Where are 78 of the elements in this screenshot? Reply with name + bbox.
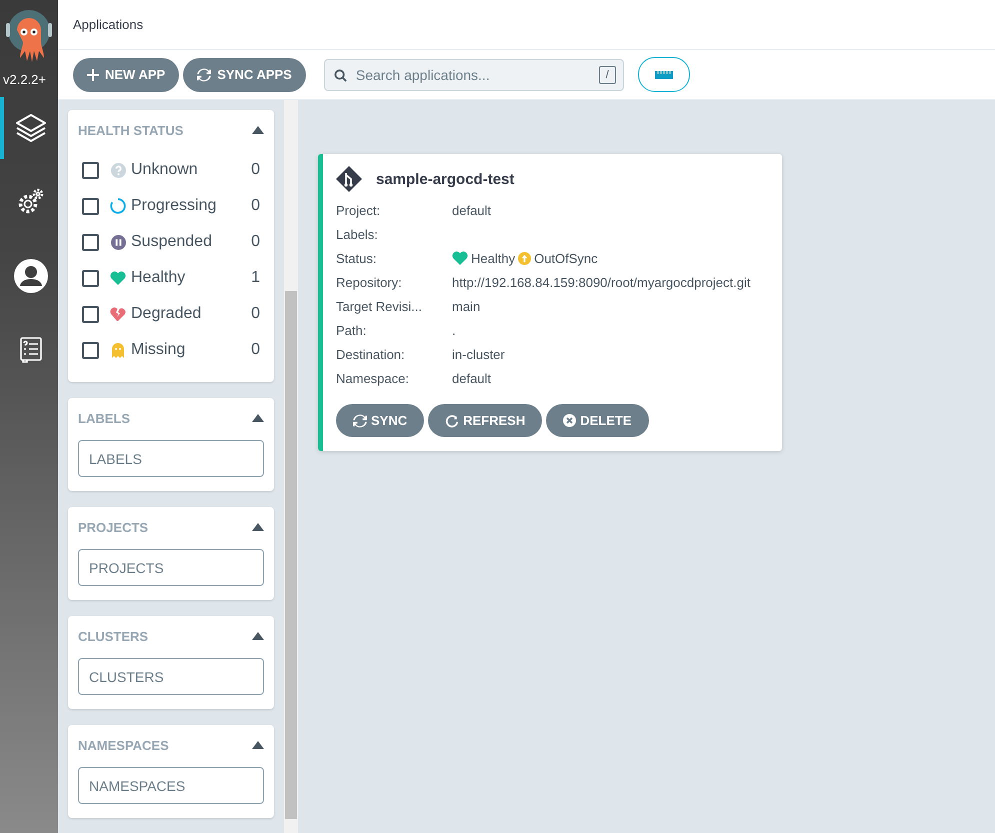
- field-label: Repository:: [336, 274, 403, 290]
- status-label: Healthy: [131, 269, 186, 287]
- field-value: http://192.168.84.159:8090/root/myargocdproject.git: [452, 274, 750, 290]
- section-title: LABELS: [78, 410, 130, 426]
- status-count: 0: [251, 305, 260, 323]
- status-count: 1: [251, 269, 260, 287]
- status-count: 0: [251, 197, 260, 215]
- status-label: Suspended: [131, 233, 213, 251]
- field-label: Destination:: [336, 346, 406, 362]
- checkbox[interactable]: [82, 162, 99, 178]
- action-button[interactable]: DELETE: [546, 404, 649, 437]
- status-label: Degraded: [131, 305, 202, 323]
- checkbox[interactable]: [82, 342, 99, 358]
- field-value: in-cluster: [452, 346, 505, 362]
- heart-icon: [110, 271, 126, 285]
- health-status: Healthy: [471, 250, 516, 266]
- toolbar-button[interactable]: SYNC APPS: [183, 58, 306, 92]
- status-label: Missing: [131, 341, 186, 359]
- search-icon: [334, 68, 347, 82]
- collapse-caret-icon[interactable]: [252, 741, 264, 749]
- ghost-icon: [112, 342, 124, 358]
- scrollbar[interactable]: [284, 100, 298, 833]
- field-value: .: [452, 322, 456, 338]
- field-label: Project:: [336, 202, 382, 218]
- filter-input[interactable]: CLUSTERS: [78, 658, 264, 695]
- collapse-caret-icon[interactable]: [252, 632, 264, 640]
- filter-input[interactable]: LABELS: [78, 440, 264, 477]
- toolbar-button[interactable]: NEW APP: [73, 58, 180, 92]
- checkbox[interactable]: [82, 234, 99, 250]
- status-label: Progressing: [131, 197, 218, 215]
- arrow-up-circle-icon: [518, 252, 532, 264]
- field-value: default: [452, 370, 492, 386]
- sync-icon: [353, 414, 367, 428]
- field-value: main: [452, 298, 480, 314]
- status-label: Unknown: [131, 161, 199, 179]
- collapse-caret-icon[interactable]: [252, 523, 264, 531]
- sync-status: OutOfSync: [534, 250, 598, 266]
- field-label: Labels:: [336, 226, 379, 242]
- pause-icon: [110, 234, 126, 250]
- progress-ring-icon: [110, 198, 126, 214]
- page-title: Applications: [73, 17, 144, 32]
- section-title: PROJECTS: [78, 520, 148, 534]
- question-icon: [110, 162, 126, 178]
- layers-icon: [15, 112, 47, 144]
- refresh-icon: [445, 414, 460, 428]
- close-circle-icon: [563, 414, 576, 427]
- status-count: 0: [251, 233, 260, 251]
- filter-input[interactable]: PROJECTS: [78, 549, 264, 586]
- git-icon: [336, 166, 362, 192]
- collapse-caret-icon[interactable]: [252, 414, 264, 422]
- shortcut-key: /: [598, 66, 616, 84]
- field-label: Path:: [336, 322, 368, 338]
- section-title: NAMESPACES: [78, 738, 169, 752]
- ruler-icon: [654, 70, 673, 78]
- section-title: HEALTH STATUS: [78, 122, 184, 138]
- action-button[interactable]: REFRESH: [428, 404, 542, 437]
- view-toggle-button[interactable]: [638, 57, 690, 92]
- checkbox[interactable]: [82, 270, 99, 286]
- field-label: Namespace:: [336, 370, 410, 386]
- status-count: 0: [251, 341, 260, 359]
- status-count: 0: [251, 161, 260, 179]
- field-value: default: [452, 202, 492, 218]
- field-label: Target Revisi...: [336, 298, 423, 314]
- checkbox[interactable]: [82, 306, 99, 322]
- checkbox[interactable]: [82, 198, 99, 214]
- broken-heart-icon: [110, 307, 126, 321]
- sync-icon: [197, 68, 212, 82]
- section-title: CLUSTERS: [78, 628, 148, 644]
- filter-input[interactable]: NAMESPACES: [78, 767, 264, 804]
- app-name[interactable]: sample-argocd-test: [376, 170, 514, 188]
- action-button[interactable]: SYNC: [336, 404, 424, 437]
- plus-icon: [87, 68, 99, 80]
- heart-icon: [452, 251, 468, 265]
- version-label: v2.2.2+: [2, 72, 46, 87]
- document-icon: [20, 337, 42, 363]
- user-icon: [14, 259, 48, 293]
- collapse-caret-icon[interactable]: [252, 126, 264, 134]
- field-label: Status:: [336, 250, 378, 266]
